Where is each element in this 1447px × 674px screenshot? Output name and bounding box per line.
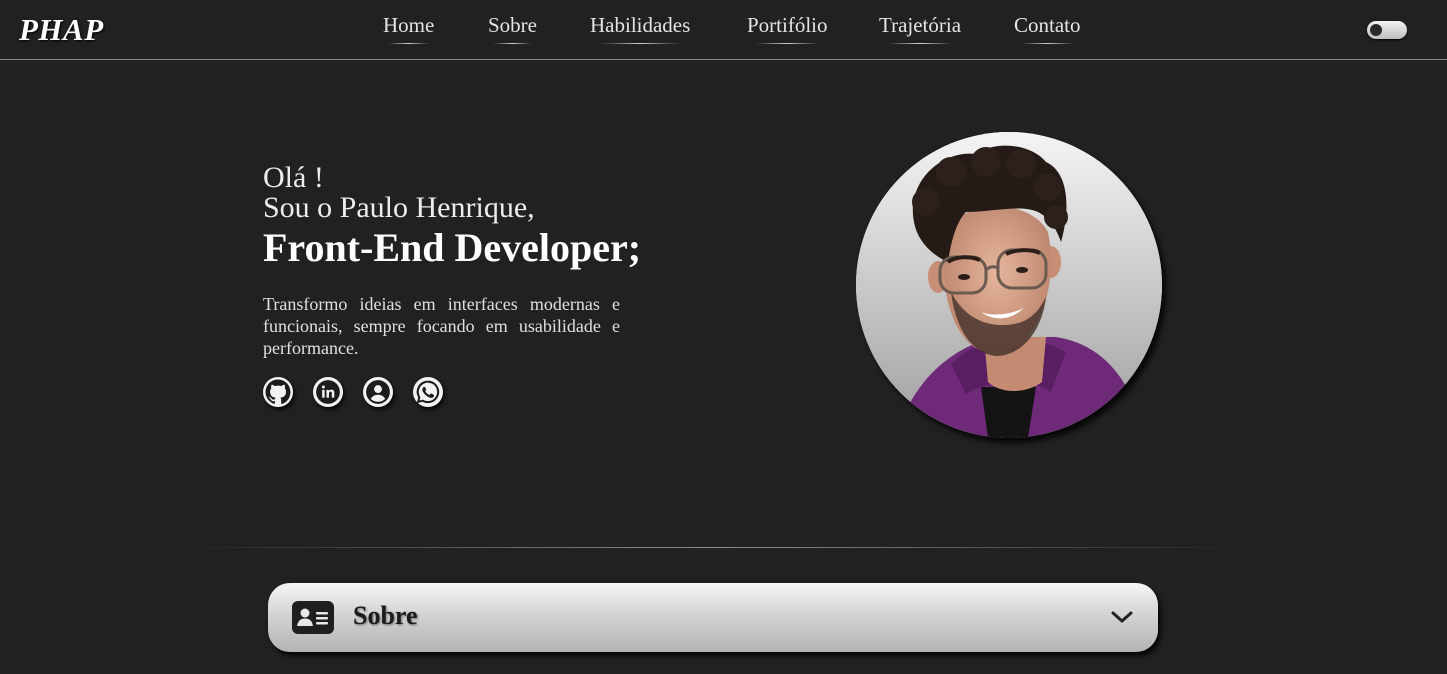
site-header: PHAP Home Sobre Habilidades Portifólio T… bbox=[0, 0, 1447, 60]
nav-home[interactable]: Home bbox=[383, 13, 434, 44]
accordion-title: Sobre bbox=[353, 601, 418, 630]
section-divider bbox=[180, 547, 1245, 548]
nav-habilidades[interactable]: Habilidades bbox=[590, 13, 690, 44]
id-card-icon bbox=[292, 601, 334, 634]
nav-trajetoria[interactable]: Trajetória bbox=[879, 13, 961, 44]
profile-portrait bbox=[856, 132, 1162, 438]
hero-greeting: Olá ! bbox=[263, 161, 324, 194]
github-link[interactable] bbox=[263, 377, 293, 407]
nav-contato[interactable]: Contato bbox=[1014, 13, 1081, 44]
linkedin-link[interactable] bbox=[313, 377, 343, 407]
chevron-down-icon[interactable] bbox=[1110, 608, 1134, 626]
nav-portifolio[interactable]: Portifólio bbox=[747, 13, 828, 44]
github-icon bbox=[265, 379, 291, 405]
linkedin-icon bbox=[316, 380, 340, 404]
hero-description: Transformo ideias em interfaces modernas… bbox=[263, 294, 620, 358]
whatsapp-icon bbox=[416, 380, 440, 404]
social-links bbox=[263, 377, 703, 407]
hero-role: Front-End Developer; bbox=[263, 225, 642, 270]
theme-toggle[interactable] bbox=[1367, 21, 1407, 39]
nav-sobre[interactable]: Sobre bbox=[488, 13, 537, 44]
main-nav: Home Sobre Habilidades Portifólio Trajet… bbox=[0, 0, 1447, 59]
hero-section: Olá ! Sou o Paulo Henrique, Front-End De… bbox=[263, 163, 703, 407]
whatsapp-link[interactable] bbox=[413, 377, 443, 407]
toggle-knob bbox=[1370, 24, 1382, 36]
accordion-sobre[interactable]: Sobre bbox=[268, 583, 1158, 652]
profile-photo bbox=[856, 132, 1162, 438]
profile-link[interactable] bbox=[363, 377, 393, 407]
user-icon bbox=[366, 380, 390, 404]
hero-intro: Sou o Paulo Henrique, bbox=[263, 191, 535, 224]
